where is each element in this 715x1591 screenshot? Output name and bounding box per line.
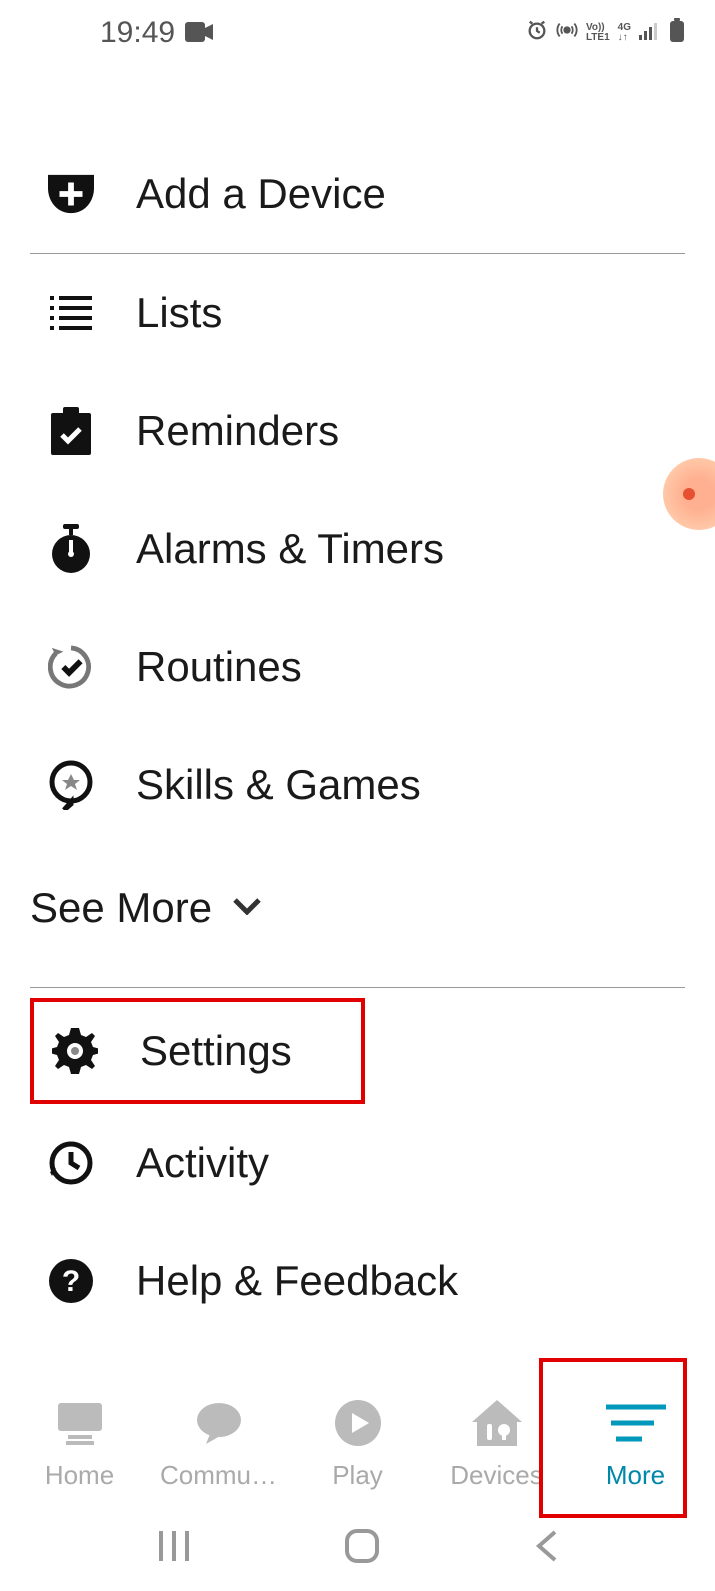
nav-play-label: Play: [332, 1460, 383, 1491]
alarms-label: Alarms & Timers: [136, 525, 444, 573]
home-button[interactable]: [344, 1528, 380, 1569]
home-icon: [56, 1398, 104, 1448]
add-device-button[interactable]: Add a Device: [30, 135, 685, 253]
reminders-label: Reminders: [136, 407, 339, 455]
settings-button[interactable]: Settings: [30, 998, 365, 1104]
devices-icon: [472, 1398, 522, 1448]
status-bar: 19:49 Vo))LTE1 4G↓↑: [0, 0, 715, 55]
nav-home-label: Home: [45, 1460, 114, 1491]
activity-icon: [48, 1140, 94, 1186]
recents-button[interactable]: [157, 1529, 191, 1568]
bottom-nav: Home Commu… Play Devices: [0, 1366, 715, 1506]
divider: [30, 987, 685, 988]
lists-label: Lists: [136, 289, 222, 337]
routines-label: Routines: [136, 643, 302, 691]
hotspot-icon: [556, 19, 578, 46]
system-nav: [0, 1506, 715, 1591]
help-icon: ?: [48, 1258, 94, 1304]
see-more-label: See More: [30, 884, 212, 932]
more-icon: [606, 1398, 666, 1448]
routines-icon: [48, 644, 94, 690]
nav-home[interactable]: Home: [10, 1398, 149, 1491]
communicate-icon: [196, 1398, 242, 1448]
skills-games-button[interactable]: Skills & Games: [30, 726, 685, 844]
gear-icon: [52, 1028, 98, 1074]
status-right: Vo))LTE1 4G↓↑: [526, 18, 685, 47]
skills-label: Skills & Games: [136, 761, 421, 809]
routines-button[interactable]: Routines: [30, 608, 685, 726]
lists-icon: [48, 290, 94, 336]
nav-more[interactable]: More: [566, 1398, 705, 1491]
activity-label: Activity: [136, 1139, 269, 1187]
nav-devices-label: Devices: [450, 1460, 542, 1491]
status-left: 19:49: [100, 16, 213, 50]
signal-icon: [639, 20, 661, 45]
skills-icon: [48, 762, 94, 808]
camera-icon: [185, 16, 213, 50]
help-label: Help & Feedback: [136, 1257, 458, 1305]
see-more-button[interactable]: See More: [30, 844, 685, 987]
reminders-icon: [48, 408, 94, 454]
back-button[interactable]: [533, 1528, 559, 1569]
network-icon: 4G↓↑: [618, 23, 631, 43]
status-time: 19:49: [100, 16, 175, 50]
nav-communicate[interactable]: Commu…: [149, 1398, 288, 1491]
more-menu-content: Add a Device Lists Reminders: [0, 55, 715, 1340]
nav-devices[interactable]: Devices: [427, 1398, 566, 1491]
volte-icon: Vo))LTE1: [586, 23, 610, 43]
chevron-down-icon: [232, 897, 262, 920]
alarms-timers-button[interactable]: Alarms & Timers: [30, 490, 685, 608]
nav-more-label: More: [606, 1460, 665, 1491]
svg-text:?: ?: [62, 1265, 80, 1298]
alarm-status-icon: [526, 19, 548, 46]
battery-icon: [669, 18, 685, 47]
reminders-button[interactable]: Reminders: [30, 372, 685, 490]
nav-play[interactable]: Play: [288, 1398, 427, 1491]
add-device-icon: [48, 171, 94, 217]
alarms-icon: [48, 526, 94, 572]
nav-communicate-label: Commu…: [160, 1460, 277, 1491]
play-icon: [335, 1398, 381, 1448]
add-device-label: Add a Device: [136, 170, 386, 218]
lists-button[interactable]: Lists: [30, 254, 685, 372]
help-feedback-button[interactable]: ? Help & Feedback: [30, 1222, 685, 1340]
settings-label: Settings: [140, 1027, 292, 1075]
activity-button[interactable]: Activity: [30, 1104, 685, 1222]
